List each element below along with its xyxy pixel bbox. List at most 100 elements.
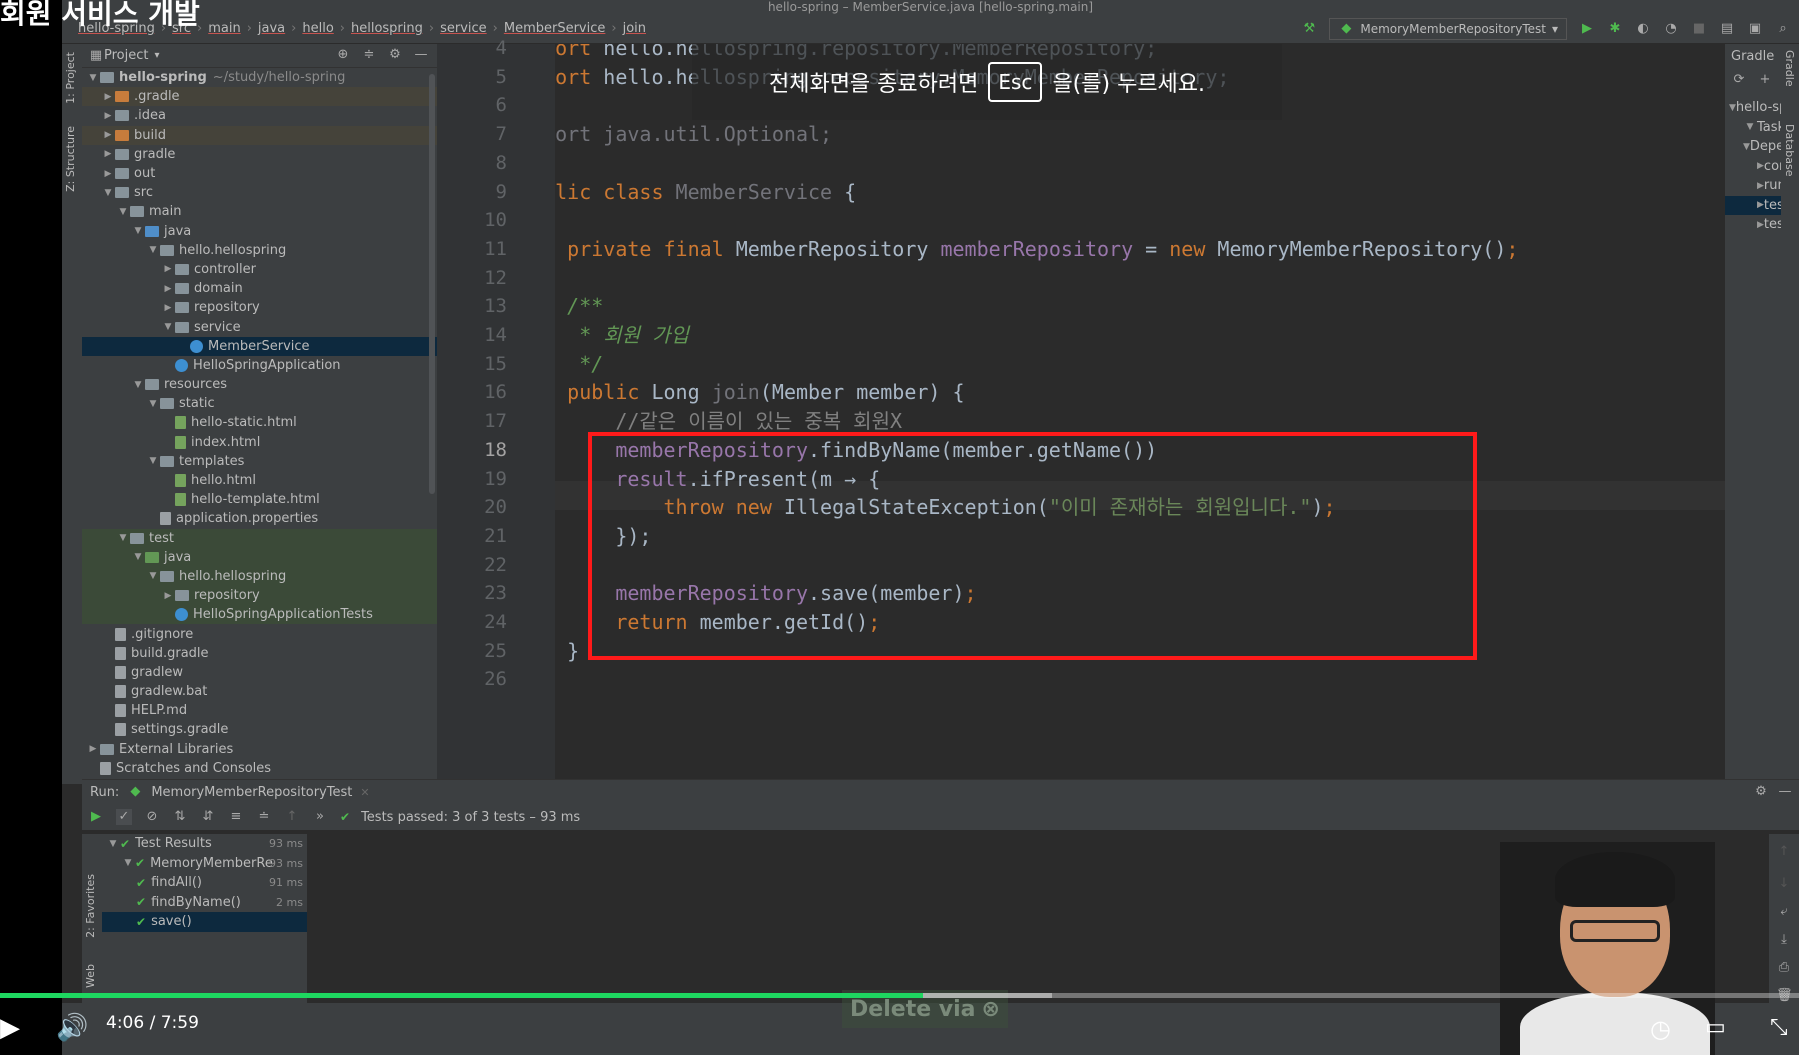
project-tree-item[interactable]: ▼ service <box>82 317 437 336</box>
chevron-right-icon[interactable]: ▶ <box>101 111 115 121</box>
show-passed-icon[interactable]: ✓ <box>116 809 132 825</box>
chevron-right-icon[interactable]: ▶ <box>101 130 115 140</box>
video-progress-bar[interactable] <box>0 993 1799 998</box>
breadcrumb-item[interactable]: MemberService <box>498 21 612 36</box>
refresh-icon[interactable]: ⟳ <box>1731 72 1747 88</box>
stop-icon[interactable]: ■ <box>1691 21 1707 37</box>
hammer-icon[interactable]: ⚒ <box>1301 21 1317 37</box>
locate-icon[interactable]: ⊕ <box>335 47 351 63</box>
project-tree-item[interactable]: ▶ controller <box>82 260 437 279</box>
chevron-icon[interactable]: ▶ <box>1757 181 1764 191</box>
rerun-icon[interactable]: ▶ <box>88 809 104 825</box>
project-tree-item[interactable]: ▶ .idea <box>82 106 437 125</box>
debug-icon[interactable]: ✱ <box>1607 21 1623 37</box>
breadcrumb-item[interactable]: hello <box>296 21 339 36</box>
chevron-down-icon[interactable]: ▼ <box>116 207 130 217</box>
chevron-down-icon[interactable]: ▼ <box>146 245 160 255</box>
profile-icon[interactable]: ◔ <box>1663 21 1679 37</box>
tab-project[interactable]: 1: Project <box>64 52 77 104</box>
layout-icon[interactable]: ▣ <box>1747 21 1763 37</box>
project-structure-icon[interactable]: ▤ <box>1719 21 1735 37</box>
project-tree-item[interactable]: hello-static.html <box>82 413 437 432</box>
breadcrumb-item[interactable]: java <box>252 21 291 36</box>
project-scrollbar[interactable] <box>429 74 435 494</box>
sort-duration-icon[interactable]: ⇵ <box>200 809 216 825</box>
breadcrumb-item[interactable]: join <box>617 21 652 36</box>
code-line[interactable]: * 회원 가입 <box>555 321 689 350</box>
chevron-right-icon[interactable]: ▶ <box>101 169 115 179</box>
project-tree-item[interactable]: ▶ build <box>82 125 437 145</box>
project-tree-item[interactable]: ▼ hello-spring ~/study/hello-spring <box>82 68 437 87</box>
add-icon[interactable]: + <box>1757 72 1773 88</box>
project-tree-item[interactable]: ▶ domain <box>82 279 437 298</box>
chevron-right-icon[interactable]: ▶ <box>161 264 175 274</box>
exit-fullscreen-icon[interactable]: ⤡ <box>1770 1015 1788 1040</box>
breadcrumb-item[interactable]: main <box>202 21 246 36</box>
project-tree-item[interactable]: HelloSpringApplicationTests <box>82 605 437 625</box>
project-tree-item[interactable]: build.gradle <box>82 644 437 663</box>
code-line[interactable]: } <box>555 637 579 666</box>
test-result-item[interactable]: ✔ findAll() 91 ms <box>102 873 307 893</box>
scroll-end-icon[interactable]: ⤓ <box>1776 932 1792 948</box>
project-tree-item[interactable]: ▼ java <box>82 547 437 567</box>
chevron-down-icon[interactable]: ▼ <box>121 858 135 868</box>
code-line[interactable]: private final MemberRepository memberRep… <box>555 235 1518 264</box>
chevron-down-icon[interactable]: ▼ <box>131 380 145 390</box>
project-tree-item[interactable]: ▶ repository <box>82 298 437 317</box>
play-icon[interactable]: ▶ <box>0 1013 20 1043</box>
project-tree-item[interactable]: ▶ gradle <box>82 145 437 164</box>
project-tree-item[interactable]: .gitignore <box>82 624 437 643</box>
test-result-item[interactable]: ▼ ✔ MemoryMemberRe 93 ms <box>102 854 307 874</box>
coverage-icon[interactable]: ◐ <box>1635 21 1651 37</box>
arrow-down-icon[interactable]: ↓ <box>1776 876 1792 892</box>
project-tree-item[interactable]: HELP.md <box>82 701 437 720</box>
chevron-right-icon[interactable]: ▶ <box>101 149 115 159</box>
project-tree-item[interactable]: hello-template.html <box>82 490 437 509</box>
project-tree-item[interactable]: ▼ hello.hellospring <box>82 241 437 260</box>
close-icon[interactable]: ✕ <box>360 786 369 799</box>
print-icon[interactable]: ⎙ <box>1776 960 1792 976</box>
volume-icon[interactable]: 🔊 <box>56 1013 88 1043</box>
chevron-right-icon[interactable]: ▶ <box>161 284 175 294</box>
test-result-item[interactable]: ✔ findByName() 2 ms <box>102 893 307 913</box>
minimize-icon[interactable]: — <box>413 47 429 63</box>
chevron-down-icon[interactable]: ▼ <box>146 571 160 581</box>
tab-gradle[interactable]: Gradle <box>1783 50 1796 87</box>
project-tree-item[interactable]: application.properties <box>82 509 437 528</box>
project-panel-title[interactable]: Project <box>104 48 148 63</box>
collapse-all-icon[interactable]: ≑ <box>361 47 377 63</box>
prev-failed-icon[interactable]: ↑ <box>284 809 300 825</box>
code-line[interactable]: import java.util.Optional; <box>555 120 832 149</box>
code-line[interactable]: /** <box>555 292 603 321</box>
project-tree-item[interactable]: ▼ resources <box>82 375 437 394</box>
chevron-right-icon[interactable]: ▶ <box>161 591 175 601</box>
wrap-icon[interactable]: ⤶ <box>1776 904 1792 920</box>
chevron-down-icon[interactable]: ▼ <box>86 73 100 83</box>
project-tree-item[interactable]: gradlew <box>82 663 437 682</box>
project-tree-item[interactable]: Scratches and Consoles <box>82 759 437 778</box>
chevron-down-icon[interactable]: ▼ <box>131 226 145 236</box>
project-tree-item[interactable]: ▼ static <box>82 394 437 413</box>
expand-all-icon[interactable]: ≡ <box>228 809 244 825</box>
tab-structure[interactable]: Z: Structure <box>64 126 77 192</box>
speed-icon[interactable]: ◷ <box>1650 1015 1671 1043</box>
run-icon[interactable]: ▶ <box>1579 21 1595 37</box>
run-config-select[interactable]: ◆ MemoryMemberRepositoryTest ▾ <box>1329 18 1567 40</box>
breadcrumb-item[interactable]: hellospring <box>345 21 429 36</box>
chevron-down-icon[interactable]: ▼ <box>146 456 160 466</box>
gear-icon[interactable]: ⚙ <box>1753 784 1769 800</box>
chevron-icon[interactable]: ▼ <box>1743 142 1750 152</box>
chevron-right-icon[interactable]: ▶ <box>101 92 115 102</box>
minimize-icon[interactable]: — <box>1777 784 1793 800</box>
tab-favorites[interactable]: 2: Favorites <box>84 874 97 938</box>
chevron-down-icon[interactable]: ▼ <box>116 533 130 543</box>
chevron-icon[interactable]: ▼ <box>1743 122 1757 132</box>
chevron-down-icon[interactable]: ▼ <box>146 399 160 409</box>
test-result-item[interactable]: ▼ ✔ Test Results 93 ms <box>102 834 307 854</box>
chevron-down-icon[interactable]: ▼ <box>101 188 115 198</box>
captions-icon[interactable]: ▭ <box>1705 1015 1726 1040</box>
chevron-down-icon[interactable]: ▼ <box>161 322 175 332</box>
project-tree-item[interactable]: ▼ templates <box>82 452 437 471</box>
project-tree-item[interactable]: ▼ hello.hellospring <box>82 566 437 587</box>
project-tree-item[interactable]: index.html <box>82 433 437 452</box>
